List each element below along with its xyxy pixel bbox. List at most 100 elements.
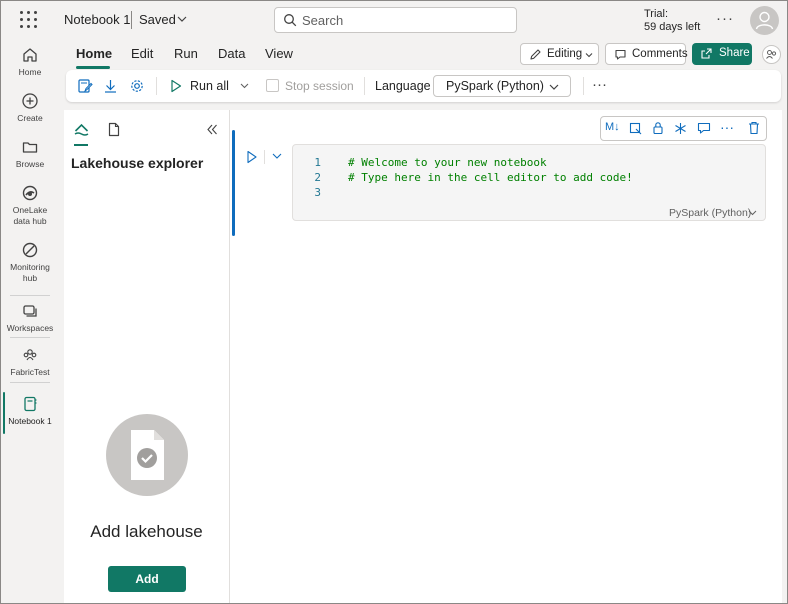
collapse-panel-icon[interactable]	[206, 124, 218, 135]
lock-icon[interactable]	[652, 121, 664, 135]
chevron-down-icon[interactable]	[272, 153, 282, 160]
editing-mode-button[interactable]: Editing	[520, 43, 599, 65]
tab-run[interactable]: Run	[174, 46, 198, 61]
avatar[interactable]	[750, 6, 779, 35]
nav-item-browse[interactable]: Browse	[0, 138, 60, 170]
nav-item-create[interactable]: Create	[0, 92, 60, 124]
nav-divider	[10, 337, 50, 338]
add-lakehouse-illustration	[106, 414, 188, 496]
chevron-down-icon	[585, 53, 593, 58]
nav-item-notebook-1[interactable]: Notebook 1	[0, 395, 60, 427]
nav-label: Create	[17, 113, 43, 123]
tab-data[interactable]: Data	[218, 46, 245, 61]
search-icon	[284, 14, 297, 27]
add-lakehouse-button[interactable]: Add	[108, 566, 186, 592]
more-options-icon[interactable]: ···	[720, 119, 734, 135]
document-icon[interactable]	[108, 122, 120, 137]
comment-icon	[615, 49, 626, 60]
notebook-edit-icon[interactable]	[77, 78, 93, 94]
nav-divider	[10, 295, 50, 296]
language-select[interactable]: PySpark (Python)	[433, 75, 571, 97]
title-divider	[131, 11, 132, 29]
run-all-label: Run all	[190, 79, 229, 93]
plus-circle-icon	[22, 93, 38, 109]
toolbar-divider	[156, 77, 157, 95]
cell-language-selector[interactable]: PySpark (Python)	[669, 207, 751, 219]
chevron-down-icon[interactable]	[177, 15, 187, 23]
nav-item-workspaces[interactable]: Workspaces	[0, 302, 60, 334]
nav-item-home[interactable]: Home	[0, 46, 60, 78]
line-number: 1	[314, 156, 321, 169]
stop-icon	[266, 79, 279, 92]
nav-label: Notebook 1	[8, 416, 52, 426]
line-number: 3	[314, 186, 321, 199]
toolbar-divider	[364, 77, 365, 95]
nav-label: FabricTest	[10, 367, 50, 377]
trial-label: Trial:	[644, 8, 669, 20]
tab-home[interactable]: Home	[76, 46, 112, 61]
language-label: Language	[375, 79, 431, 93]
cell-active-indicator	[232, 130, 235, 236]
tab-edit[interactable]: Edit	[131, 46, 153, 61]
share-button[interactable]: Share	[692, 43, 752, 65]
home-icon	[23, 48, 37, 62]
onelake-icon	[22, 185, 38, 201]
active-tab-indicator	[74, 144, 88, 146]
top-bar: Notebook 1 Saved Search Trial: 59 days l…	[0, 0, 788, 40]
pencil-icon	[530, 49, 541, 60]
save-status[interactable]: Saved	[139, 12, 176, 27]
stop-session-button[interactable]: Stop session	[266, 76, 356, 96]
select-cell-icon[interactable]	[629, 122, 642, 135]
explorer-title: Lakehouse explorer	[71, 155, 204, 171]
app-launcher-icon[interactable]	[20, 11, 38, 29]
nav-label-line2: hub	[22, 273, 38, 283]
more-options-icon[interactable]: ···	[716, 10, 734, 27]
notebook-icon	[24, 396, 37, 412]
left-navigation: Home Create Browse OneLake data hub Moni…	[0, 40, 60, 604]
comment-icon[interactable]	[697, 122, 711, 135]
folder-icon	[22, 142, 38, 153]
workspace-people-icon	[23, 349, 37, 361]
nav-item-monitoring-hub[interactable]: Monitoring hub	[0, 241, 60, 284]
run-cell-icon[interactable]	[246, 150, 258, 164]
nav-label: Home	[18, 67, 42, 77]
chevron-down-icon[interactable]	[240, 83, 249, 89]
line-number: 2	[314, 171, 321, 184]
tab-view[interactable]: View	[265, 46, 293, 61]
active-tab-indicator	[76, 66, 110, 69]
stop-session-label: Stop session	[285, 79, 354, 93]
lakehouse-icon[interactable]	[74, 122, 89, 137]
play-icon	[171, 79, 182, 93]
nav-label-line1: Monitoring	[10, 262, 50, 272]
person-icon	[755, 11, 774, 30]
monitoring-icon	[22, 242, 38, 258]
nav-divider	[10, 382, 50, 383]
more-options-icon[interactable]: ···	[592, 76, 607, 93]
delete-icon[interactable]	[748, 121, 760, 135]
workspaces-icon	[23, 305, 37, 317]
search-placeholder: Search	[302, 13, 344, 28]
collaborators-icon[interactable]	[762, 45, 781, 64]
toolbar-divider	[583, 77, 584, 95]
code-line: # Type here in the cell editor to add co…	[348, 171, 633, 184]
nav-item-fabrictest[interactable]: FabricTest	[0, 346, 60, 378]
cell-toolbar: M↓ ···	[600, 116, 767, 141]
code-cell[interactable]: 1 # Welcome to your new notebook 2 # Typ…	[292, 144, 766, 221]
notebook-toolbar: Run all Stop session Language PySpark (P…	[66, 70, 781, 102]
comments-button[interactable]: Comments	[605, 43, 688, 65]
cell-run-divider	[264, 150, 265, 164]
notebook-title[interactable]: Notebook 1	[64, 12, 131, 27]
run-all-button[interactable]: Run all	[166, 76, 251, 96]
search-input[interactable]: Search	[274, 7, 517, 33]
chevron-down-icon[interactable]	[748, 210, 757, 216]
download-icon[interactable]	[103, 78, 118, 94]
trial-days-left[interactable]: 59 days left	[644, 21, 700, 33]
chevron-down-icon	[549, 84, 559, 90]
markdown-toggle-button[interactable]: M↓	[605, 121, 620, 133]
add-lakehouse-title: Add lakehouse	[90, 522, 203, 541]
document-check-icon	[131, 430, 164, 480]
gear-icon[interactable]	[129, 78, 145, 94]
freeze-icon[interactable]	[674, 122, 687, 135]
nav-item-onelake-data-hub[interactable]: OneLake data hub	[0, 184, 60, 227]
code-line: # Welcome to your new notebook	[348, 156, 547, 169]
